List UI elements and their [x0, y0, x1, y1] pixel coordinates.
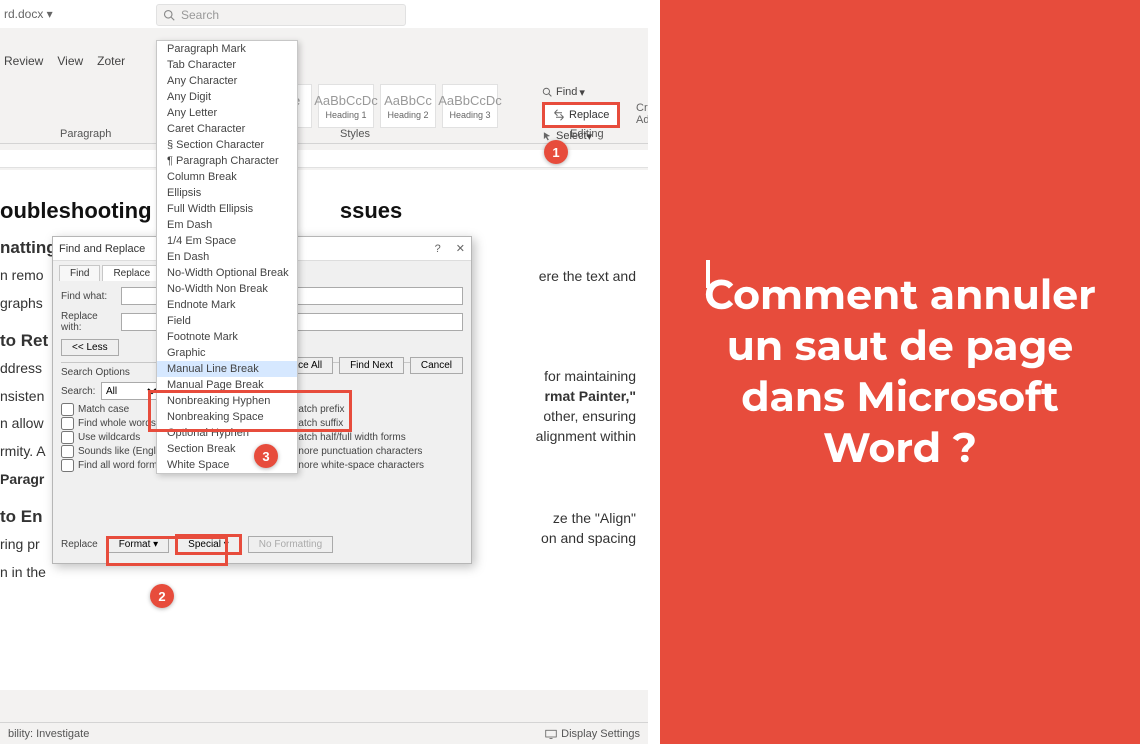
menu-item[interactable]: ¶ Paragraph Character	[157, 153, 297, 169]
menu-item[interactable]: Endnote Mark	[157, 297, 297, 313]
panel-divider	[648, 0, 660, 744]
menu-item[interactable]: Full Width Ellipsis	[157, 201, 297, 217]
callout-badge-2: 2	[150, 584, 174, 608]
style-box[interactable]: AaBbCcHeading 2	[380, 84, 436, 128]
find-what-label: Find what:	[61, 291, 121, 302]
menu-item[interactable]: Footnote Mark	[157, 329, 297, 345]
menu-item[interactable]: Column Break	[157, 169, 297, 185]
document-title[interactable]: rd.docx ▾	[0, 7, 53, 21]
replace-button[interactable]: Replace	[542, 102, 620, 128]
search-input[interactable]: Search	[156, 4, 406, 26]
close-icon[interactable]: ✕	[456, 243, 465, 255]
menu-item[interactable]: Manual Page Break	[157, 377, 297, 393]
menu-item[interactable]: Optional Hyphen	[157, 425, 297, 441]
editing-group: Find▾ Replace Select▾	[542, 84, 638, 146]
overlay-heading: Comment annuler un saut de page dans Mic…	[660, 270, 1140, 475]
menu-item[interactable]: No-Width Non Break	[157, 281, 297, 297]
menu-item[interactable]: § Section Character	[157, 137, 297, 153]
match-prefix-checkbox[interactable]: Match prefix	[273, 403, 458, 416]
callout-badge-1: 1	[544, 140, 568, 164]
find-button[interactable]: Find▾	[542, 84, 638, 100]
replace-icon	[553, 109, 565, 121]
accessibility-status[interactable]: bility: Investigate	[8, 728, 89, 740]
menu-item[interactable]: Any Digit	[157, 89, 297, 105]
less-button[interactable]: << Less	[61, 339, 119, 356]
menu-item[interactable]: No-Width Optional Break	[157, 265, 297, 281]
display-icon	[545, 729, 557, 739]
replace-with-label: Replace with:	[61, 311, 121, 333]
format-button[interactable]: Format ▾	[108, 536, 169, 553]
tab-review[interactable]: Review	[4, 54, 43, 68]
tab-replace[interactable]: Replace	[102, 265, 161, 281]
special-button[interactable]: Special ▾	[175, 534, 242, 555]
match-suffix-checkbox[interactable]: Match suffix	[273, 417, 458, 430]
group-label-styles: Styles	[340, 128, 370, 140]
ignore-whitespace-checkbox[interactable]: Ignore white-space characters	[273, 459, 458, 472]
heading-fragment: oubleshooting	[0, 198, 152, 223]
display-settings-button[interactable]: Display Settings	[545, 728, 640, 740]
menu-item[interactable]: Paragraph Mark	[157, 41, 297, 57]
dialog-title: Find and Replace	[59, 243, 145, 255]
menu-item[interactable]: En Dash	[157, 249, 297, 265]
tab-find[interactable]: Find	[59, 265, 100, 281]
find-next-button[interactable]: Find Next	[339, 357, 404, 374]
cursor-icon	[542, 131, 552, 141]
no-formatting-button[interactable]: No Formatting	[248, 536, 333, 553]
menu-item[interactable]: Any Character	[157, 73, 297, 89]
menu-item-manual-line-break[interactable]: Manual Line Break	[157, 361, 297, 377]
menu-item[interactable]: Caret Character	[157, 121, 297, 137]
match-half-full-checkbox[interactable]: Match half/full width forms	[273, 431, 458, 444]
menu-item[interactable]: Nonbreaking Space	[157, 409, 297, 425]
group-label-paragraph: Paragraph	[60, 128, 111, 140]
heading-fragment: ssues	[340, 198, 402, 223]
menu-item[interactable]: Ellipsis	[157, 185, 297, 201]
cancel-button[interactable]: Cancel	[410, 357, 463, 374]
search-icon	[542, 87, 552, 97]
menu-item[interactable]: Field	[157, 313, 297, 329]
tab-zotero[interactable]: Zoter	[97, 54, 125, 68]
style-box[interactable]: AaBbCcDcHeading 3	[442, 84, 498, 128]
menu-item[interactable]: Em Dash	[157, 217, 297, 233]
menu-item[interactable]: 1/4 Em Space	[157, 233, 297, 249]
search-icon	[163, 9, 175, 21]
menu-item[interactable]: Nonbreaking Hyphen	[157, 393, 297, 409]
help-icon[interactable]: ?	[435, 243, 441, 255]
status-bar: bility: Investigate Display Settings	[0, 722, 648, 744]
menu-item[interactable]: Any Letter	[157, 105, 297, 121]
style-box[interactable]: AaBbCcDcHeading 1	[318, 84, 374, 128]
menu-item[interactable]: Graphic	[157, 345, 297, 361]
title-overlay-panel: Comment annuler un saut de page dans Mic…	[660, 0, 1140, 744]
callout-badge-3: 3	[254, 444, 278, 468]
tab-view[interactable]: View	[57, 54, 83, 68]
special-dropdown[interactable]: Paragraph Mark Tab Character Any Charact…	[156, 40, 298, 474]
menu-item[interactable]: Tab Character	[157, 57, 297, 73]
ignore-punctuation-checkbox[interactable]: Ignore punctuation characters	[273, 445, 458, 458]
search-direction-select[interactable]: All	[101, 382, 161, 400]
word-app-window: rd.docx ▾ Search Review View Zoter Parag…	[0, 0, 648, 744]
search-placeholder: Search	[181, 8, 219, 22]
ribbon-tabs: Review View Zoter	[0, 54, 139, 68]
